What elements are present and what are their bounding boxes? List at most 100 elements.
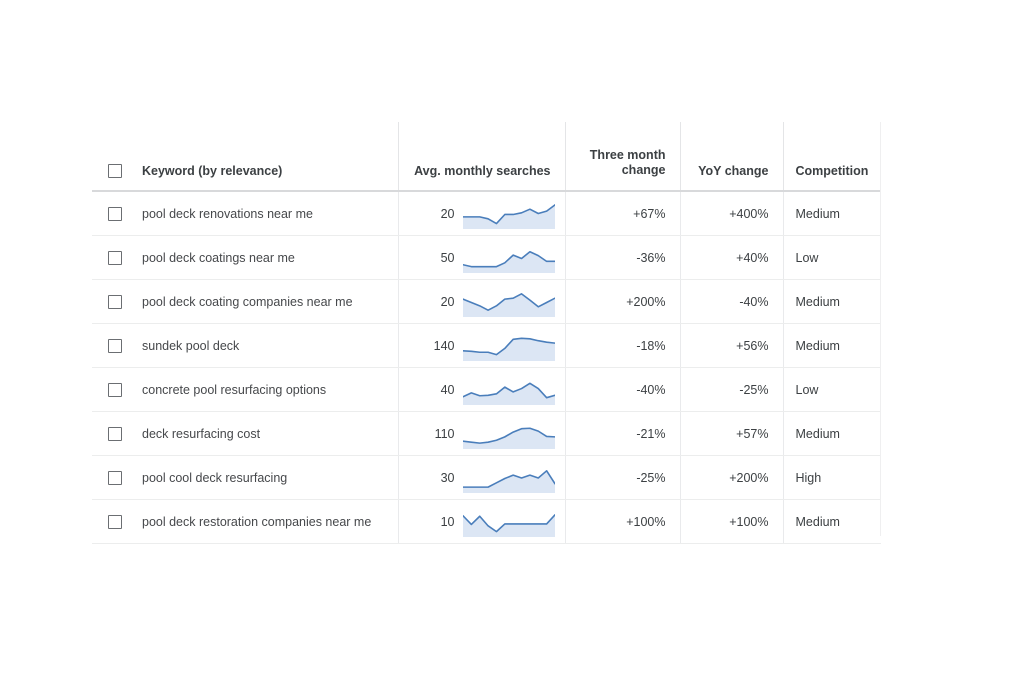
sparkline-chart	[462, 469, 555, 493]
sparkline-chart	[462, 203, 555, 229]
sparkline-chart	[462, 513, 555, 537]
avg-searches-value: 110	[434, 426, 455, 441]
table-header-row: Keyword (by relevance) Avg. monthly sear…	[92, 122, 881, 192]
cell-avg-monthly-searches: 20	[397, 191, 565, 236]
table-right-border	[880, 122, 881, 536]
row-select-cell	[92, 411, 138, 456]
table-row[interactable]: pool cool deck resurfacing 30 -25% +200% Hig…	[92, 455, 881, 500]
cell-keyword: pool deck coating companies near me	[138, 279, 398, 324]
cell-avg-monthly-searches: 140	[397, 323, 565, 368]
cell-competition: Medium	[782, 323, 881, 368]
row-select-cell	[92, 455, 138, 500]
cell-three-month-change: -40%	[564, 367, 680, 412]
cell-competition: Low	[782, 235, 881, 280]
table-row[interactable]: deck resurfacing cost 110 -21% +57% Medium	[92, 411, 881, 456]
table-row[interactable]: pool deck coatings near me 50 -36% +40% Low	[92, 235, 881, 280]
select-all-checkbox[interactable]	[108, 164, 122, 178]
row-select-cell	[92, 499, 138, 544]
row-select-cell	[92, 323, 138, 368]
avg-searches-wrap: 140	[399, 324, 565, 367]
avg-searches-wrap: 20	[399, 192, 565, 235]
cell-yoy-change: +400%	[679, 191, 783, 236]
cell-yoy-change: +56%	[679, 323, 783, 368]
cell-avg-monthly-searches: 50	[397, 235, 565, 280]
row-checkbox[interactable]	[108, 250, 122, 265]
cell-yoy-change: +200%	[679, 455, 783, 500]
cell-three-month-change: +200%	[564, 279, 680, 324]
table-header: Keyword (by relevance) Avg. monthly sear…	[92, 122, 881, 192]
select-all-header	[92, 122, 138, 192]
cell-three-month-change: +67%	[564, 191, 680, 236]
cell-keyword: pool deck coatings near me	[138, 235, 398, 280]
table-row[interactable]: concrete pool resurfacing options 40 -40% -…	[92, 367, 881, 412]
cell-keyword: pool deck restoration companies near me	[138, 499, 398, 544]
sparkline-chart	[462, 381, 555, 405]
avg-searches-value: 20	[440, 294, 455, 309]
row-checkbox[interactable]	[108, 514, 122, 529]
column-header-keyword[interactable]: Keyword (by relevance)	[138, 122, 398, 192]
avg-searches-value: 30	[440, 470, 455, 485]
row-checkbox[interactable]	[108, 294, 122, 309]
cell-avg-monthly-searches: 110	[397, 411, 565, 456]
avg-searches-wrap: 50	[399, 236, 565, 279]
sparkline-chart	[462, 292, 555, 317]
three-month-change-line2: change	[621, 163, 666, 177]
avg-searches-wrap: 10	[399, 500, 565, 543]
row-checkbox[interactable]	[108, 426, 122, 441]
cell-yoy-change: -40%	[679, 279, 783, 324]
cell-competition: High	[782, 455, 881, 500]
table-row[interactable]: pool deck coating companies near me 20 +20…	[92, 279, 881, 324]
row-select-cell	[92, 367, 138, 412]
cell-three-month-change: -36%	[564, 235, 680, 280]
cell-avg-monthly-searches: 10	[397, 499, 565, 544]
avg-searches-wrap: 40	[399, 368, 565, 411]
three-month-change-line1: Three month	[589, 148, 666, 162]
cell-avg-monthly-searches: 30	[397, 455, 565, 500]
row-checkbox[interactable]	[108, 382, 122, 397]
cell-yoy-change: -25%	[679, 367, 783, 412]
avg-searches-value: 20	[440, 206, 455, 221]
keyword-ideas-table: Keyword (by relevance) Avg. monthly sear…	[92, 122, 881, 544]
table-row[interactable]: sundek pool deck 140 -18% +56% Medium	[92, 323, 881, 368]
cell-competition: Medium	[782, 279, 881, 324]
cell-three-month-change: +100%	[564, 499, 680, 544]
row-select-cell	[92, 191, 138, 236]
row-select-cell	[92, 279, 138, 324]
cell-keyword: pool cool deck resurfacing	[138, 455, 398, 500]
cell-keyword: pool deck renovations near me	[138, 191, 398, 236]
cell-keyword: deck resurfacing cost	[138, 411, 398, 456]
sparkline-chart	[462, 250, 555, 273]
cell-avg-monthly-searches: 20	[397, 279, 565, 324]
cell-competition: Medium	[782, 191, 881, 236]
column-header-avg-monthly-searches[interactable]: Avg. monthly searches	[397, 122, 565, 192]
table-body: pool deck renovations near me 20 +67% +400%…	[92, 191, 881, 544]
table-row[interactable]: pool deck renovations near me 20 +67% +400%…	[92, 191, 881, 236]
column-header-competition[interactable]: Competition	[782, 122, 881, 192]
column-header-yoy-change[interactable]: YoY change	[679, 122, 783, 192]
cell-yoy-change: +40%	[679, 235, 783, 280]
row-checkbox[interactable]	[108, 338, 122, 353]
table-row[interactable]: pool deck restoration companies near me 1…	[92, 499, 881, 544]
cell-yoy-change: +100%	[679, 499, 783, 544]
avg-searches-wrap: 110	[399, 412, 565, 455]
row-select-cell	[92, 235, 138, 280]
avg-searches-value: 10	[440, 514, 455, 529]
cell-competition: Medium	[782, 499, 881, 544]
cell-keyword: sundek pool deck	[138, 323, 398, 368]
row-checkbox[interactable]	[108, 206, 122, 221]
avg-searches-wrap: 20	[399, 280, 565, 323]
avg-searches-value: 50	[440, 250, 455, 265]
column-header-three-month-change[interactable]: Three month change	[564, 122, 680, 192]
cell-three-month-change: -21%	[564, 411, 680, 456]
cell-keyword: concrete pool resurfacing options	[138, 367, 398, 412]
cell-three-month-change: -25%	[564, 455, 680, 500]
sparkline-chart	[462, 426, 555, 449]
cell-competition: Medium	[782, 411, 881, 456]
cell-competition: Low	[782, 367, 881, 412]
sparkline-chart	[462, 337, 555, 361]
avg-searches-value: 40	[440, 382, 455, 397]
row-checkbox[interactable]	[108, 470, 122, 485]
avg-searches-value: 140	[433, 338, 455, 353]
cell-three-month-change: -18%	[564, 323, 680, 368]
avg-searches-wrap: 30	[399, 456, 565, 499]
